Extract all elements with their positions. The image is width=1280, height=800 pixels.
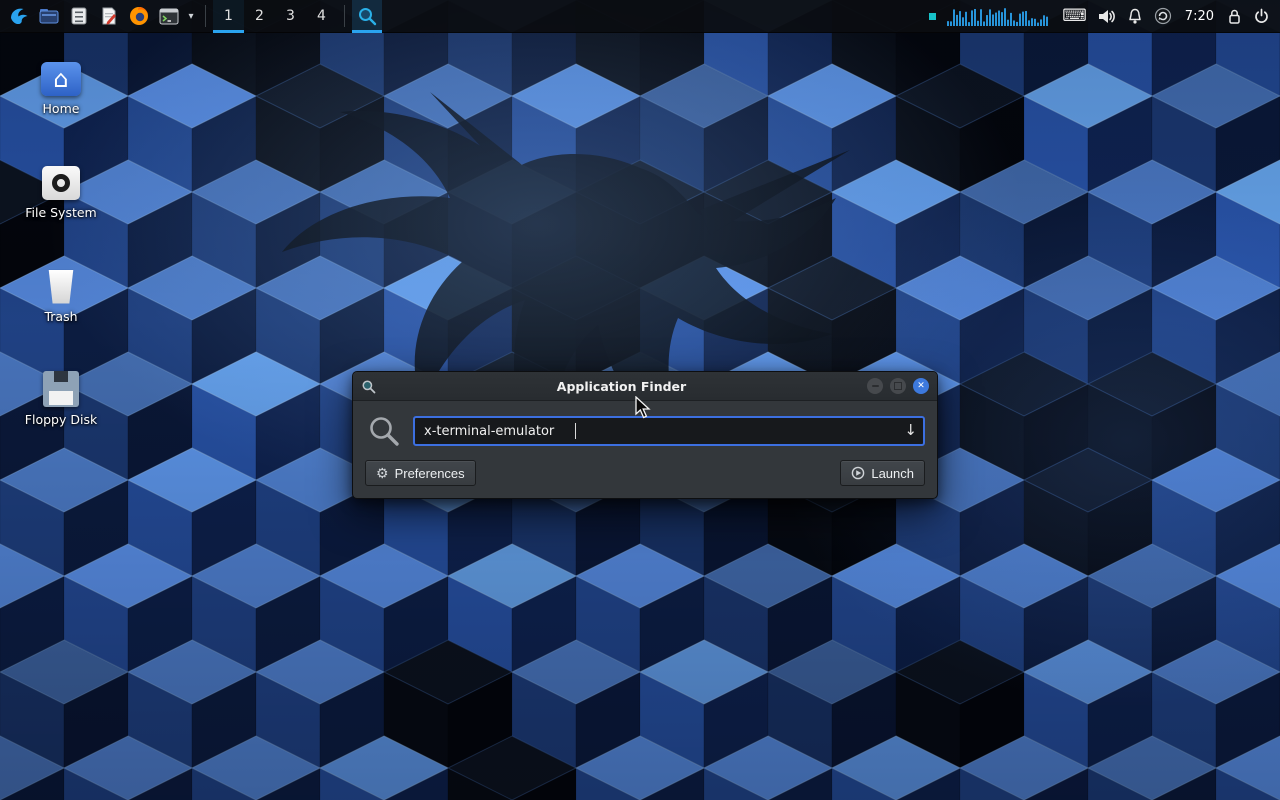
desktop-icon-file-system[interactable]: File System — [14, 160, 108, 220]
gear-icon: ⚙ — [376, 466, 389, 480]
lock-icon — [1227, 8, 1242, 25]
window-title: Application Finder — [382, 379, 861, 394]
kali-logo-icon — [8, 5, 30, 27]
workspace-button-1[interactable]: 1 — [213, 0, 244, 33]
trash-icon — [47, 270, 75, 304]
desktop-icon-column: ⌂ Home File System Trash Floppy Disk — [14, 56, 108, 471]
app-finder-window: Application Finder ✕ ↓ ⚙ Preferences — [352, 371, 938, 499]
file-cabinet-launcher[interactable] — [64, 0, 94, 33]
clock[interactable]: 7:20 — [1183, 9, 1216, 24]
text-caret — [575, 423, 576, 439]
launch-button[interactable]: Launch — [840, 460, 925, 486]
search-icon — [357, 6, 377, 26]
desktop-icon-label: Trash — [44, 310, 77, 324]
preferences-button[interactable]: ⚙ Preferences — [365, 460, 476, 486]
desktop: ▾ 1 2 3 4 ⌨ — [0, 0, 1280, 800]
search-input[interactable] — [413, 416, 925, 446]
cabinet-icon — [70, 7, 88, 25]
speaker-icon — [1098, 8, 1116, 25]
power-icon — [1253, 8, 1270, 25]
lock-screen-button[interactable] — [1227, 0, 1242, 33]
firefox-icon — [129, 6, 149, 26]
folder-icon — [39, 7, 59, 25]
launch-icon — [851, 466, 865, 480]
panel-separator — [205, 5, 206, 27]
workspace-button-3[interactable]: 3 — [275, 0, 306, 33]
panel-separator — [344, 5, 345, 27]
search-icon-large — [367, 414, 401, 448]
cpu-graph[interactable] — [947, 0, 1051, 33]
desktop-icon-trash[interactable]: Trash — [14, 264, 108, 324]
close-button[interactable]: ✕ — [913, 378, 929, 394]
desktop-icon-floppy[interactable]: Floppy Disk — [14, 367, 108, 427]
desktop-icon-label: Floppy Disk — [25, 413, 97, 427]
text-editor-icon — [100, 7, 118, 25]
text-editor-launcher[interactable] — [94, 0, 124, 33]
drive-icon — [42, 166, 80, 200]
desktop-icon-label: File System — [25, 206, 97, 220]
workspace-button-4[interactable]: 4 — [306, 0, 337, 33]
cpu-graph-icon — [947, 5, 1051, 27]
file-manager-launcher[interactable] — [34, 0, 64, 33]
firefox-launcher[interactable] — [124, 0, 154, 33]
taskbar-app-finder-button[interactable] — [352, 0, 382, 33]
top-panel: ▾ 1 2 3 4 ⌨ — [0, 0, 1280, 33]
app-finder-titlebar[interactable]: Application Finder ✕ — [353, 372, 937, 401]
kali-menu-button[interactable] — [4, 0, 34, 33]
updates-button[interactable] — [1154, 0, 1172, 33]
panel-left: ▾ 1 2 3 4 — [0, 0, 382, 32]
terminal-icon — [159, 8, 179, 25]
maximize-button[interactable] — [890, 378, 906, 394]
tray-indicator-icon[interactable] — [929, 13, 936, 20]
launch-label: Launch — [871, 466, 914, 481]
app-finder-footer: ⚙ Preferences Launch — [353, 448, 937, 498]
volume-button[interactable] — [1098, 0, 1116, 33]
desktop-icon-home[interactable]: ⌂ Home — [14, 56, 108, 116]
floppy-icon — [43, 371, 79, 407]
chevron-down-icon[interactable]: ▾ — [184, 0, 198, 33]
update-orb-icon — [1154, 7, 1172, 25]
window-buttons: ✕ — [867, 378, 929, 394]
logout-button[interactable] — [1253, 0, 1270, 33]
app-finder-body: ↓ — [353, 401, 937, 448]
dropdown-arrow-icon[interactable]: ↓ — [904, 421, 917, 439]
terminal-launcher[interactable] — [154, 0, 184, 33]
search-field-wrap: ↓ — [413, 416, 925, 446]
home-icon: ⌂ — [41, 62, 81, 96]
workspace-button-2[interactable]: 2 — [244, 0, 275, 33]
panel-tray: ⌨ 7:20 — [929, 0, 1280, 32]
app-finder-window-icon — [361, 379, 376, 394]
notifications-button[interactable] — [1127, 0, 1143, 33]
keyboard-layout-icon[interactable]: ⌨ — [1062, 0, 1087, 33]
desktop-icon-label: Home — [43, 102, 80, 116]
minimize-button[interactable] — [867, 378, 883, 394]
bell-icon — [1127, 8, 1143, 25]
preferences-label: Preferences — [395, 466, 465, 481]
